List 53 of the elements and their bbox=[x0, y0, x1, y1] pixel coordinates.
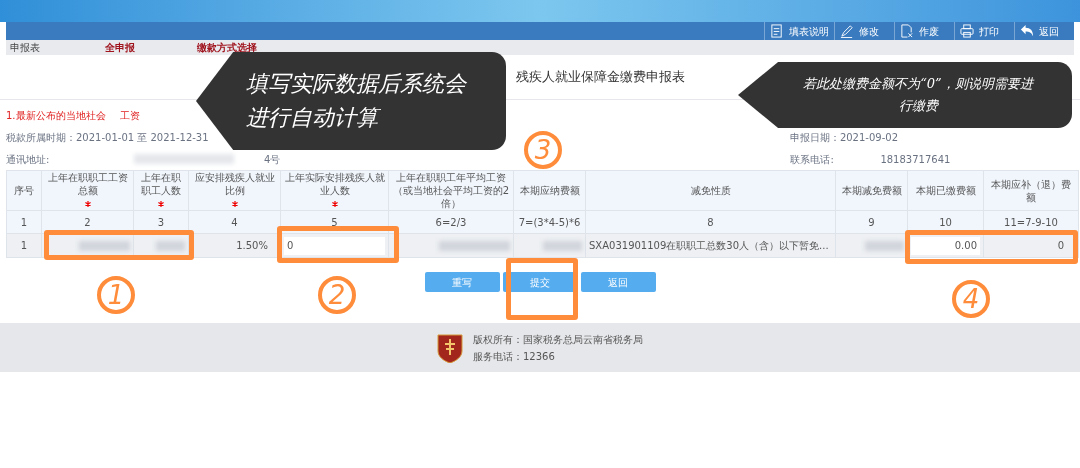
address-label: 通讯地址: bbox=[6, 152, 51, 167]
pencil-icon bbox=[840, 24, 854, 38]
column-header: 上年在职职工工资总额 bbox=[46, 171, 129, 197]
table-cell: SXA031901109在职职工总数30人（含）以下暂免... bbox=[585, 233, 836, 258]
column-header: 本期应补（退）费额 bbox=[990, 177, 1072, 204]
notice-text: 工资 bbox=[119, 108, 140, 123]
copyright-text: 版权所有：国家税务总局云南省税务局 bbox=[473, 332, 643, 347]
form-title: 残疾人就业保障金缴费申报表 bbox=[515, 68, 685, 87]
table-cell: 8 bbox=[585, 210, 836, 234]
blurred-value bbox=[79, 240, 130, 251]
declare-date-text: 申报日期：2021-09-02 bbox=[789, 130, 898, 145]
annotation-callout: 若此处缴费金额不为“0”，则说明需要进行缴费 bbox=[738, 62, 1072, 128]
table-cell: 6=2/3 bbox=[388, 210, 514, 234]
column-header: 减免性质 bbox=[689, 184, 732, 197]
printer-icon bbox=[960, 24, 974, 38]
column-header: 本期已缴费额 bbox=[914, 184, 977, 197]
document-icon bbox=[770, 24, 784, 38]
step-tab[interactable]: 申报表 bbox=[6, 41, 101, 54]
back-arrow-icon bbox=[1020, 24, 1034, 38]
highlight-frame bbox=[506, 258, 578, 320]
column-header: 序号 bbox=[13, 184, 35, 197]
table-cell: 9 bbox=[835, 210, 908, 234]
table-cell: 1 bbox=[6, 233, 42, 258]
step-tab[interactable]: 缴款方式选择 bbox=[193, 41, 313, 54]
column-header: 本期应纳费额 bbox=[518, 184, 581, 197]
form-button[interactable]: 重写 bbox=[424, 272, 500, 292]
column-header: 上年在职职工人数 bbox=[140, 171, 182, 197]
blurred-value bbox=[865, 240, 904, 251]
tax-period-text: 税款所属时期：2021-01-01 至 2021-12-31 bbox=[6, 130, 209, 145]
table-cell: 7=(3*4-5)*6 bbox=[513, 210, 586, 234]
hotline-text: 服务电话：12366 bbox=[473, 349, 556, 364]
form-button[interactable]: 返回 bbox=[580, 272, 656, 292]
column-header: 上年实际安排残疾人就业人数 bbox=[284, 171, 385, 197]
blurred-value bbox=[543, 240, 582, 251]
step-marker: 4 bbox=[952, 280, 990, 318]
blurred-value bbox=[156, 240, 185, 251]
step-marker: 3 bbox=[524, 131, 562, 169]
column-header: 上年在职职工年平均工资（或当地社会平均工资的2倍） bbox=[392, 171, 510, 210]
step-marker: 2 bbox=[318, 276, 356, 314]
table-cell: 0 bbox=[983, 233, 1079, 258]
table-cell: 1 bbox=[6, 210, 42, 234]
step-tab[interactable]: 全申报 bbox=[101, 41, 193, 54]
address-text: 4号 bbox=[264, 152, 281, 167]
table-cell: 5 bbox=[280, 210, 389, 234]
phone-text: 18183717641 bbox=[880, 152, 951, 167]
column-header: 本期减免费额 bbox=[840, 184, 903, 197]
document-cross-icon bbox=[900, 24, 914, 38]
blurred-value bbox=[439, 240, 510, 251]
step-marker: 1 bbox=[97, 276, 135, 314]
notice-text: 1.最新公布的当地社会 bbox=[6, 108, 106, 123]
emblem-icon bbox=[437, 332, 463, 363]
phone-label: 联系电话: bbox=[790, 152, 835, 167]
column-header: 应安排残疾人就业比例 bbox=[193, 171, 276, 197]
